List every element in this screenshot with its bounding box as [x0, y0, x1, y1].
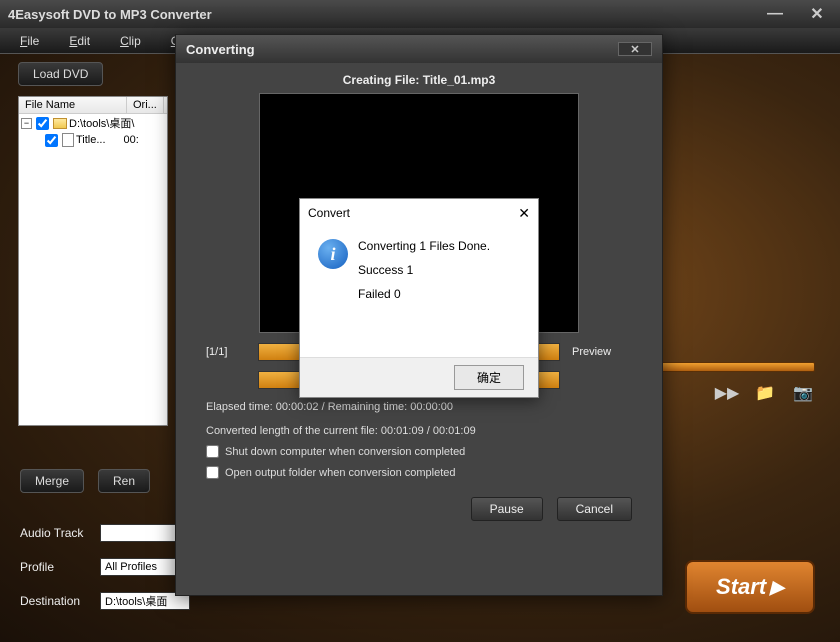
play-icon: ▶ [770, 577, 784, 598]
dialog-title: Converting [186, 42, 255, 57]
shutdown-checkbox[interactable] [206, 445, 219, 458]
minimize-button[interactable]: — [760, 7, 790, 21]
info-icon: i [318, 239, 348, 269]
open-folder-icon[interactable]: 📁 [753, 384, 777, 402]
audio-track-label: Audio Track [20, 526, 100, 540]
next-icon[interactable]: ▶▶ [715, 384, 739, 402]
snapshot-icon[interactable]: 📷 [791, 384, 815, 402]
alert-close-button[interactable]: ✕ [518, 205, 530, 222]
file-checkbox[interactable] [45, 134, 58, 147]
page-icon [62, 133, 74, 147]
file-checkbox[interactable] [36, 117, 49, 130]
destination-label: Destination [20, 594, 100, 608]
tree-collapse-icon[interactable]: − [21, 118, 32, 129]
file-list[interactable]: File Name Ori... − D:\tools\桌面\ Title...… [18, 96, 168, 426]
creating-file-label: Creating File: Title_01.mp3 [206, 73, 632, 87]
titlebar: 4Easysoft DVD to MP3 Converter — ✕ [0, 0, 840, 28]
merge-button[interactable]: Merge [20, 469, 84, 493]
start-label: Start [716, 574, 766, 600]
folder-icon [53, 118, 67, 129]
alert-ok-button[interactable]: 确定 [454, 365, 524, 390]
col-filename[interactable]: File Name [19, 97, 127, 113]
pause-button[interactable]: Pause [471, 497, 543, 521]
menu-file[interactable]: File [20, 34, 39, 48]
open-folder-label: Open output folder when conversion compl… [225, 467, 456, 479]
file-row-root[interactable]: − D:\tools\桌面\ [19, 114, 167, 132]
shutdown-label: Shut down computer when conversion compl… [225, 446, 465, 458]
col-orig[interactable]: Ori... [127, 97, 164, 113]
file-row-item[interactable]: Title... 00: [19, 132, 167, 148]
open-folder-checkbox[interactable] [206, 466, 219, 479]
file-item-label: Title... [76, 134, 106, 146]
alert-title: Convert [308, 206, 350, 220]
cancel-button[interactable]: Cancel [557, 497, 632, 521]
converted-length-label: Converted length of the current file: 00… [206, 425, 632, 437]
start-button[interactable]: Start ▶ [685, 560, 815, 614]
menu-clip[interactable]: Clip [120, 34, 141, 48]
file-root-label: D:\tools\桌面\ [69, 115, 134, 131]
dialog-close-button[interactable]: ✕ [618, 42, 652, 56]
menu-edit[interactable]: Edit [69, 34, 90, 48]
rename-button[interactable]: Ren [98, 469, 150, 493]
profile-label: Profile [20, 560, 100, 574]
settings-form: Audio Track Profile Destination [20, 524, 200, 610]
progress-count: [1/1] [206, 346, 246, 358]
app-title: 4Easysoft DVD to MP3 Converter [8, 7, 212, 22]
elapsed-time-label: Elapsed time: 00:00:02 / Remaining time:… [206, 401, 632, 413]
file-item-orig: 00: [124, 134, 139, 146]
alert-message: Converting 1 Files Done. [358, 239, 490, 253]
progress-preview-label: Preview [572, 346, 632, 358]
alert-failed: Failed 0 [358, 287, 490, 301]
alert-success: Success 1 [358, 263, 490, 277]
convert-done-alert: Convert ✕ i Converting 1 Files Done. Suc… [299, 198, 539, 398]
load-dvd-button[interactable]: Load DVD [18, 62, 103, 86]
close-button[interactable]: ✕ [802, 7, 832, 21]
